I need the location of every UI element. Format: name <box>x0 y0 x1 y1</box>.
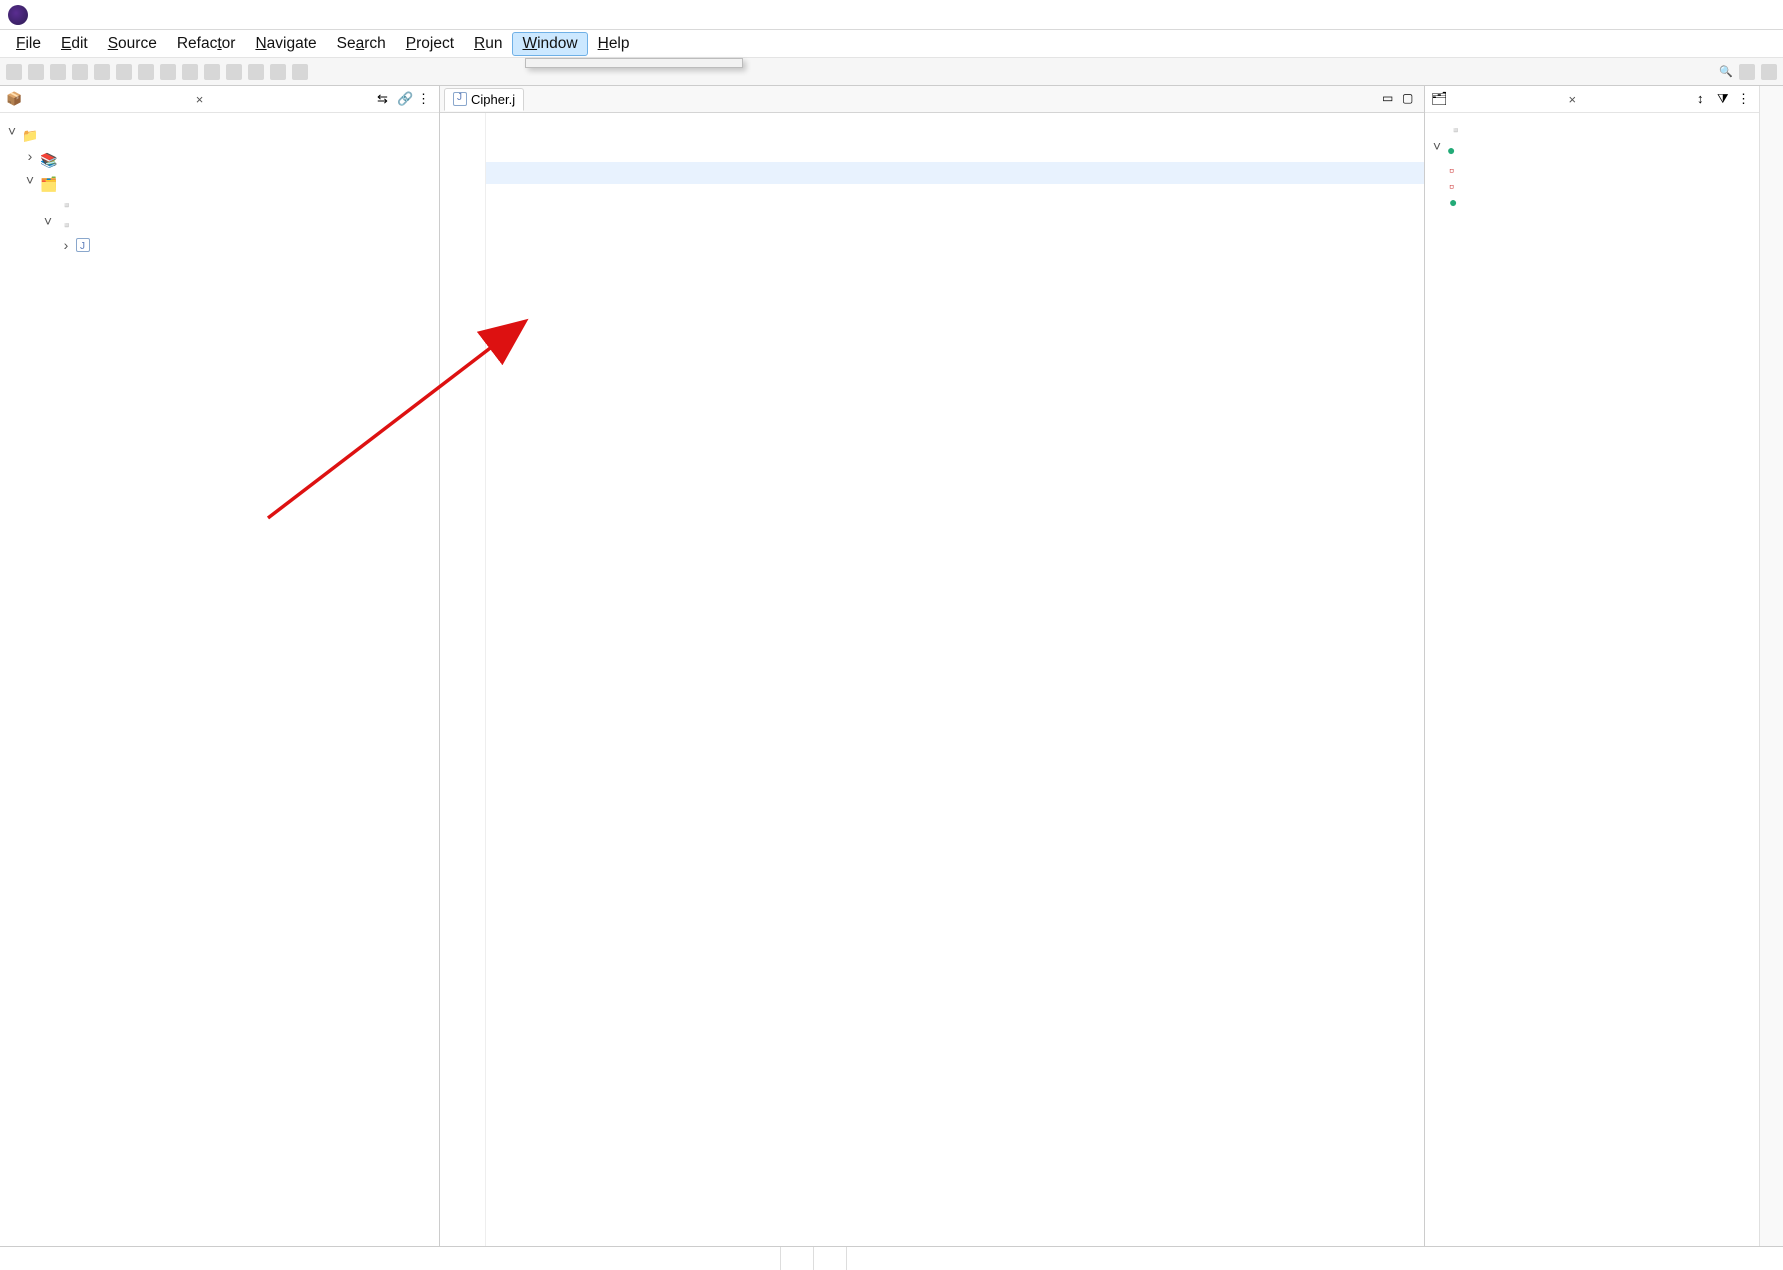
outline-icon: 🗂 <box>1431 91 1448 107</box>
outline-header: 🗂 × ↕ ⧩ ⋮ <box>1425 86 1759 113</box>
toolbar-icon[interactable] <box>248 64 264 80</box>
toolbar-icon[interactable] <box>28 64 44 80</box>
editor-area: Cipher.j ▭ ▢ <box>440 86 1424 1246</box>
sort-icon[interactable]: ↕ <box>1697 91 1713 107</box>
right-toolbar-strip <box>1759 86 1783 1246</box>
toolbar-icon[interactable] <box>50 64 66 80</box>
toolbar-icon[interactable] <box>182 64 198 80</box>
outline-member[interactable]: ● <box>1431 191 1753 207</box>
minimize-view-icon[interactable]: ▭ <box>1382 91 1398 107</box>
toolbar-icon[interactable] <box>72 64 88 80</box>
toolbar-icon[interactable] <box>138 64 154 80</box>
caret-down-icon[interactable]: ˅ <box>1431 135 1443 159</box>
package-explorer-tree[interactable]: ˅ › 📚 ˅ 🗂️ ▫️ ˅ ▫️ <box>0 113 439 264</box>
package-node[interactable]: ˅ ▫️ <box>6 209 433 234</box>
menu-window[interactable]: Window <box>512 32 587 56</box>
package-icon: ▫️ <box>1447 119 1463 135</box>
menu-project[interactable]: Project <box>396 32 464 56</box>
package-icon: ▫️ <box>58 193 74 209</box>
menubar: File Edit Source Refactor Navigate Searc… <box>0 30 1783 58</box>
close-icon[interactable]: × <box>1565 92 1579 107</box>
titlebar <box>0 0 1783 30</box>
class-icon: ● <box>1447 139 1463 155</box>
status-insert-mode <box>813 1247 846 1270</box>
toolbar-icon[interactable] <box>226 64 242 80</box>
project-icon <box>22 123 38 139</box>
filter-icon[interactable]: ⧩ <box>1717 91 1733 107</box>
window-controls <box>1709 11 1781 19</box>
library-icon: 📚 <box>40 148 56 164</box>
status-writable <box>780 1247 813 1270</box>
default-package-node[interactable]: ▫️ <box>6 193 433 209</box>
maximize-view-icon[interactable]: ▢ <box>1402 91 1418 107</box>
workarea: 📦 × ⇆ 🔗 ⋮ ˅ › 📚 ˅ 🗂️ <box>0 86 1783 1246</box>
menu-help[interactable]: Help <box>588 32 640 56</box>
outline-member[interactable]: ▫ <box>1431 159 1753 175</box>
toolbar-icon[interactable] <box>204 64 220 80</box>
menu-refactor[interactable]: Refactor <box>167 32 246 56</box>
outline-tree[interactable]: ▫️ ˅ ● ▫ ▫ ● <box>1425 113 1759 213</box>
close-icon[interactable]: × <box>193 92 207 107</box>
source-folder-icon: 🗂️ <box>40 172 56 188</box>
package-explorer-panel: 📦 × ⇆ 🔗 ⋮ ˅ › 📚 ˅ 🗂️ <box>0 86 440 1246</box>
eclipse-logo-icon <box>8 5 28 25</box>
code-body[interactable] <box>486 113 1424 1246</box>
menu-run[interactable]: Run <box>464 32 512 56</box>
code-editor[interactable] <box>440 113 1424 1246</box>
menu-edit[interactable]: Edit <box>51 32 98 56</box>
outline-member[interactable]: ▫ <box>1431 175 1753 191</box>
menu-file[interactable]: File <box>6 32 51 56</box>
collapse-all-icon[interactable]: ⇆ <box>377 91 393 107</box>
java-file-icon <box>453 92 467 106</box>
caret-down-icon[interactable]: ˅ <box>24 168 36 193</box>
menu-navigate[interactable]: Navigate <box>245 32 326 56</box>
package-icon: ▫️ <box>58 213 74 229</box>
method-static-icon: ● <box>1449 191 1465 207</box>
toolbar-icon[interactable] <box>270 64 286 80</box>
status-bar <box>0 1246 1783 1270</box>
src-folder-node[interactable]: ˅ 🗂️ <box>6 168 433 193</box>
outline-panel: 🗂 × ↕ ⧩ ⋮ ▫️ ˅ ● ▫ ▫ <box>1424 86 1759 1246</box>
toolbar-icon[interactable] <box>160 64 176 80</box>
java-file-icon <box>76 238 90 252</box>
search-icon[interactable]: 🔍 <box>1719 65 1733 78</box>
main-toolbar: 🔍 <box>0 58 1783 86</box>
java-file-node[interactable]: › <box>6 233 433 258</box>
toolbar-icon[interactable] <box>94 64 110 80</box>
java-perspective-icon[interactable] <box>1761 64 1777 80</box>
status-cursor-position <box>846 1247 879 1270</box>
package-explorer-header: 📦 × ⇆ 🔗 ⋮ <box>0 86 439 113</box>
package-explorer-icon: 📦 <box>6 91 22 107</box>
outline-package[interactable]: ▫️ <box>1431 119 1753 135</box>
line-number-gutter <box>440 113 486 1246</box>
window-menu-dropdown[interactable] <box>525 58 743 68</box>
field-static-icon: ▫ <box>1449 175 1465 191</box>
field-static-icon: ▫ <box>1449 159 1465 175</box>
link-editor-icon[interactable]: 🔗 <box>397 91 413 107</box>
caret-right-icon[interactable]: › <box>24 144 36 169</box>
menu-source[interactable]: Source <box>98 32 167 56</box>
toolbar-icon[interactable] <box>116 64 132 80</box>
editor-tabbar: Cipher.j ▭ ▢ <box>440 86 1424 113</box>
open-perspective-icon[interactable] <box>1739 64 1755 80</box>
editor-tab-label: Cipher.j <box>471 92 515 107</box>
menu-search[interactable]: Search <box>327 32 396 56</box>
toolbar-icon[interactable] <box>6 64 22 80</box>
view-menu-icon[interactable]: ⋮ <box>1737 91 1753 107</box>
caret-right-icon[interactable]: › <box>60 233 72 258</box>
project-node[interactable]: ˅ <box>6 119 433 144</box>
toolbar-icon[interactable] <box>292 64 308 80</box>
caret-down-icon[interactable]: ˅ <box>6 119 18 144</box>
caret-down-icon[interactable]: ˅ <box>42 209 54 234</box>
outline-class[interactable]: ˅ ● <box>1431 135 1753 159</box>
jre-library-node[interactable]: › 📚 <box>6 144 433 169</box>
editor-tab[interactable]: Cipher.j <box>444 88 524 111</box>
view-menu-icon[interactable]: ⋮ <box>417 91 433 107</box>
